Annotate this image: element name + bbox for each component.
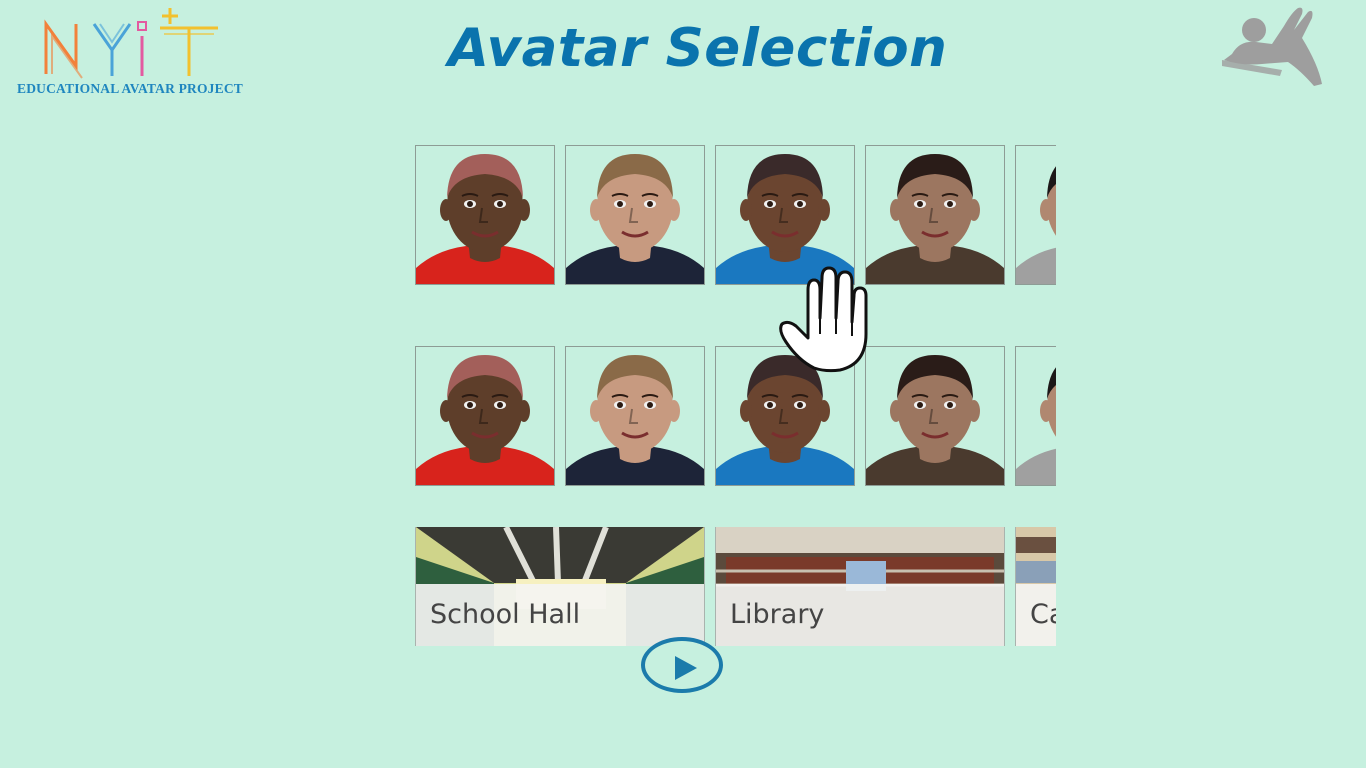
nyit-logo-mark: [44, 8, 218, 79]
avatar-tile-avatar-5[interactable]: [1015, 346, 1056, 486]
nyit-logo: EDUCATIONAL AVATAR PROJECT: [14, 6, 249, 96]
avatar-row-1: [415, 145, 1056, 285]
avatar-row-2: [415, 346, 1056, 486]
scene-tile-1[interactable]: School Hall: [415, 527, 705, 646]
avatar-face-icon: [1016, 166, 1056, 284]
avatar-tile-avatar-4[interactable]: [865, 346, 1005, 486]
scene-tile-3[interactable]: Ca: [1015, 527, 1056, 646]
play-button[interactable]: [641, 637, 723, 693]
avatar-face-icon: [1016, 367, 1056, 485]
scene-row-track: School Hall Library Ca: [415, 527, 1056, 646]
scene-label: Library: [730, 599, 825, 630]
scene-row: School Hall Library Ca: [415, 527, 1056, 646]
avatar-face-icon: [416, 154, 554, 284]
avatar-tile-avatar-5[interactable]: [1015, 145, 1056, 285]
pointing-person-icon[interactable]: [1222, 4, 1326, 88]
avatar-row-track: [415, 346, 1056, 486]
avatar-row-track: [415, 145, 1056, 285]
logo-subtitle: EDUCATIONAL AVATAR PROJECT: [17, 81, 243, 96]
avatar-tile-avatar-2[interactable]: [565, 145, 705, 285]
avatar-face-icon: [866, 154, 1004, 284]
avatar-tile-avatar-1[interactable]: [415, 145, 555, 285]
avatar-face-icon: [866, 355, 1004, 485]
page-title: Avatar Selection: [448, 18, 948, 79]
play-icon: [675, 656, 697, 680]
avatar-face-icon: [566, 355, 704, 485]
scene-label: Ca: [1030, 599, 1056, 630]
avatar-tile-avatar-2[interactable]: [565, 346, 705, 486]
scene-label: School Hall: [430, 599, 581, 630]
avatar-tile-avatar-1[interactable]: [415, 346, 555, 486]
scene-tile-2[interactable]: Library: [715, 527, 1005, 646]
avatar-face-icon: [566, 154, 704, 284]
avatar-tile-avatar-4[interactable]: [865, 145, 1005, 285]
avatar-face-icon: [416, 355, 554, 485]
hand-cursor-icon: [779, 266, 868, 373]
